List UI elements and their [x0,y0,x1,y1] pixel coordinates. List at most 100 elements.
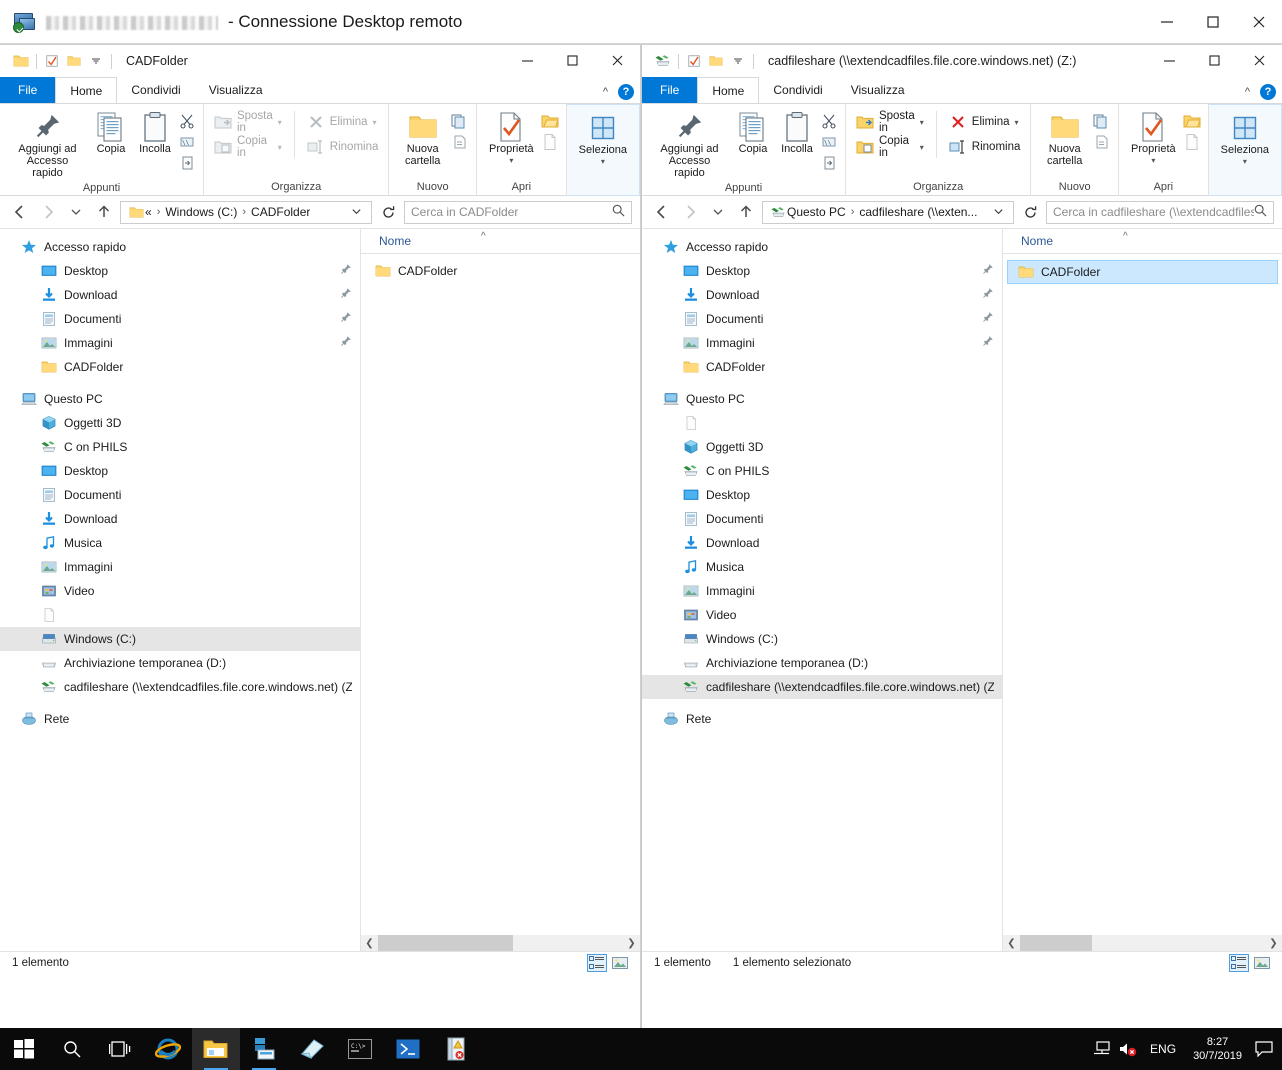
customize-qat-chevron-down-icon[interactable] [85,49,107,73]
up-button[interactable] [92,200,116,224]
properties-quick-icon[interactable] [41,49,63,73]
customize-qat-chevron-down-icon[interactable] [727,49,749,73]
nav-item[interactable] [642,411,1002,435]
recent-locations-chevron-down-icon[interactable] [64,200,88,224]
pin-button[interactable]: Aggiungi ad Accesso rapido [648,109,731,181]
powershell-button[interactable] [384,1028,432,1070]
nav-item[interactable]: Accesso rapido [642,235,1002,259]
nav-item[interactable]: Musica [0,531,360,555]
scroll-left-icon[interactable]: ❮ [361,935,378,951]
edit-icon[interactable] [1182,132,1202,152]
up-button[interactable] [734,200,758,224]
properties-button[interactable]: Proprietà ▾ [1125,109,1182,169]
nav-item[interactable]: Rete [0,707,360,731]
column-header-name[interactable]: Nome [361,234,411,248]
nav-item[interactable]: Documenti [642,507,1002,531]
scrollbar-track[interactable] [378,935,623,951]
nav-item[interactable]: Accesso rapido [0,235,360,259]
back-button[interactable] [8,200,32,224]
chevron-down-icon[interactable]: ▾ [1151,155,1155,167]
rdp-minimize-button[interactable] [1144,0,1190,44]
new-folder-quick-icon[interactable] [63,49,85,73]
select-button[interactable]: Seleziona ▾ [1215,110,1275,170]
nav-item[interactable]: cadfileshare (\\extendcadfiles.file.core… [642,675,1002,699]
properties-quick-icon[interactable] [683,49,705,73]
open-icon[interactable] [1182,111,1202,131]
close-button[interactable] [1237,45,1282,75]
forward-button[interactable] [678,200,702,224]
help-icon[interactable]: ? [618,84,634,100]
clock[interactable]: 8:27 30/7/2019 [1185,1035,1250,1063]
tab-condividi[interactable]: Condividi [117,77,194,103]
properties-button[interactable]: Proprietà ▾ [483,109,540,169]
server-manager-button[interactable] [240,1028,288,1070]
breadcrumb[interactable]: « › Windows (C:) › CADFolder [120,200,372,224]
nav-item[interactable]: Oggetti 3D [642,435,1002,459]
chevron-down-icon[interactable]: ▾ [1015,118,1019,127]
copy-button[interactable]: Copia [731,109,775,157]
nav-item[interactable]: Immagini [642,331,1002,355]
nav-item[interactable]: C on PHILS [0,435,360,459]
new-folder-button[interactable]: Nuova cartella [395,109,450,169]
search-button[interactable] [48,1028,96,1070]
task-view-button[interactable] [96,1028,144,1070]
chevron-down-icon[interactable]: ▾ [920,143,924,152]
chevron-down-icon[interactable]: ▾ [278,143,282,152]
breadcrumb-chevron-down-icon[interactable] [986,206,1011,219]
nav-item[interactable]: Questo PC [0,387,360,411]
nav-item[interactable]: Desktop [0,259,360,283]
network-icon[interactable] [1089,1028,1115,1070]
nav-item[interactable]: Desktop [0,459,360,483]
select-button[interactable]: Seleziona ▾ [573,110,633,170]
nav-item[interactable]: Video [0,579,360,603]
nav-item[interactable]: Desktop [642,483,1002,507]
breadcrumb-segment[interactable]: Questo PC [787,205,846,219]
start-button[interactable] [0,1028,48,1070]
rename-button[interactable]: Rinomina [303,136,383,158]
rdp-close-button[interactable] [1236,0,1282,44]
nav-item[interactable]: Download [642,283,1002,307]
delete-button[interactable]: Elimina ▾ [303,111,383,133]
nav-item[interactable]: Documenti [0,483,360,507]
pin-button[interactable]: Aggiungi ad Accesso rapido [6,109,89,181]
edit-icon[interactable] [540,132,560,152]
copy-to-button[interactable]: Copia in ▾ [852,135,928,159]
paste-shortcut-icon[interactable] [819,153,839,173]
breadcrumb[interactable]: Questo PC › cadfileshare (\\exten... [762,200,1014,224]
nav-item[interactable] [0,603,360,627]
easy-access-icon[interactable] [450,132,470,152]
rdp-maximize-button[interactable] [1190,0,1236,44]
collapse-ribbon-chevron-up-icon[interactable]: ^ [603,86,608,98]
nav-item[interactable]: Rete [642,707,1002,731]
nav-item[interactable]: Questo PC [642,387,1002,411]
internet-explorer-button[interactable] [144,1028,192,1070]
breadcrumb-segment[interactable]: « [145,205,152,219]
paste-button[interactable]: Incolla [133,109,177,157]
paste-button[interactable]: Incolla [775,109,819,157]
nav-item[interactable]: Documenti [0,307,360,331]
open-icon[interactable] [540,111,560,131]
search-input[interactable]: Cerca in cadfileshare (\\extendcadfiles.… [1046,200,1274,224]
breadcrumb-chevron-down-icon[interactable] [344,206,369,219]
details-view-button[interactable] [1229,954,1249,972]
rename-button[interactable]: Rinomina [945,136,1025,158]
language-indicator[interactable]: ENG [1141,1042,1185,1056]
file-explorer-button[interactable] [192,1028,240,1070]
breadcrumb-segment[interactable]: cadfileshare (\\exten... [859,205,977,219]
large-icons-view-button[interactable] [610,954,630,972]
nav-item[interactable]: C on PHILS [642,459,1002,483]
pin-icon[interactable] [981,287,994,303]
nav-item[interactable]: Download [642,531,1002,555]
tab-visualizza[interactable]: Visualizza [837,77,919,103]
tab-file[interactable]: File [642,77,698,103]
new-folder-button[interactable]: Nuova cartella [1037,109,1092,169]
help-icon[interactable]: ? [1260,84,1276,100]
collapse-ribbon-chevron-up-icon[interactable]: ^ [1245,86,1250,98]
details-view-button[interactable] [587,954,607,972]
cut-icon[interactable] [819,111,839,131]
event-viewer-button[interactable] [432,1028,480,1070]
maximize-button[interactable] [550,45,595,75]
nav-item[interactable]: CADFolder [0,355,360,379]
pin-icon[interactable] [981,263,994,279]
minimize-button[interactable] [1147,45,1192,75]
